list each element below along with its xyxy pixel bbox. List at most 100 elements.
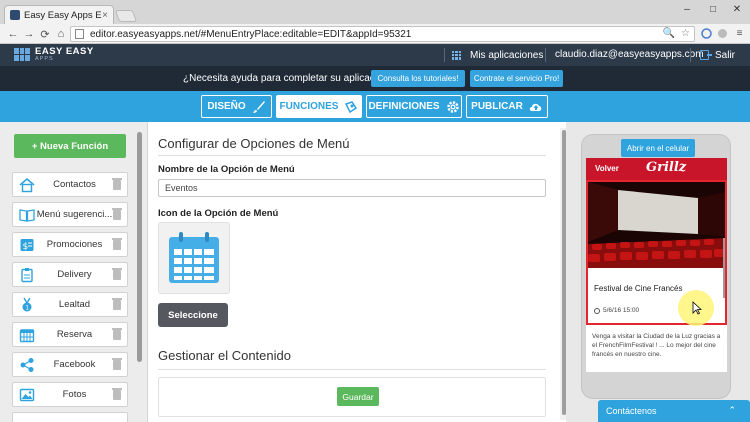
- trash-icon[interactable]: [112, 267, 122, 280]
- sidebar-item-reserva[interactable]: Reserva: [12, 322, 128, 347]
- trash-icon[interactable]: [112, 387, 122, 400]
- function-sidebar: + Nueva Función Contactos Menú sugerenci…: [0, 122, 148, 422]
- trash-icon[interactable]: [112, 357, 122, 370]
- trash-icon[interactable]: [112, 177, 122, 190]
- browser-tabstrip: Easy Easy Apps Editor × – □ ✕: [0, 0, 750, 24]
- mouse-cursor-icon: [692, 301, 702, 315]
- browser-tab[interactable]: Easy Easy Apps Editor ×: [4, 5, 114, 24]
- sidebar-item-promociones[interactable]: $ Promociones: [12, 232, 128, 257]
- forward-icon[interactable]: →: [22, 26, 36, 42]
- calendar-icon: [18, 326, 36, 344]
- header-divider: [444, 48, 445, 62]
- sidebar-item-menu[interactable]: Menú sugerenci...: [12, 202, 128, 227]
- pro-service-button[interactable]: Contrate el servicio Pro!: [470, 70, 563, 87]
- url-text: editor.easyeasyapps.net/#MenuEntryPlace:…: [90, 28, 412, 40]
- search-icon[interactable]: 🔍: [663, 28, 675, 39]
- address-bar[interactable]: editor.easyeasyapps.net/#MenuEntryPlace:…: [70, 26, 695, 42]
- sidebar-item-fotos[interactable]: Fotos: [12, 382, 128, 407]
- logout-button[interactable]: Salir: [700, 44, 735, 66]
- cloud-upload-icon: [529, 103, 542, 111]
- new-tab-button[interactable]: [114, 10, 138, 22]
- tab-definiciones[interactable]: DEFINICIONES: [366, 95, 462, 118]
- tab-funciones[interactable]: FUNCIONES: [276, 95, 362, 118]
- header-divider: [690, 48, 691, 62]
- home-icon[interactable]: ⌂: [54, 26, 68, 42]
- tab-title: Easy Easy Apps Editor: [24, 9, 102, 21]
- svg-text:$: $: [23, 242, 29, 252]
- logo-mark-icon: [14, 48, 30, 61]
- my-apps-link[interactable]: Mis aplicaciones: [452, 44, 543, 66]
- step-tabs: DISEÑO FUNCIONES DEFINICIONES PUBLICAR: [0, 91, 750, 122]
- sidebar-item-label: Reserva: [56, 329, 93, 340]
- event-title: Festival de Cine Francés: [594, 284, 683, 293]
- new-function-button[interactable]: + Nueva Función: [14, 134, 126, 158]
- brand-logo: Grillz: [646, 160, 687, 175]
- sidebar-item-partial[interactable]: [12, 412, 128, 422]
- sidebar-item-label: Delivery: [57, 269, 92, 280]
- tab-close-icon[interactable]: ×: [102, 10, 108, 21]
- reload-icon[interactable]: ⟳: [38, 26, 52, 42]
- star-icon[interactable]: ☆: [681, 28, 690, 39]
- tab-label: DISEÑO: [207, 101, 246, 112]
- tutorials-button[interactable]: Consulta los tutoriales!: [371, 70, 465, 87]
- trash-icon[interactable]: [112, 237, 122, 250]
- price-tag-icon: $: [18, 236, 36, 254]
- cinema-image: [588, 182, 725, 268]
- extension-icon-2[interactable]: [716, 27, 729, 40]
- menu-option-name-input[interactable]: [158, 179, 546, 197]
- save-button[interactable]: Guardar: [337, 387, 379, 406]
- svg-text:1: 1: [25, 304, 29, 311]
- maximize-button[interactable]: □: [700, 0, 726, 18]
- trash-icon[interactable]: [112, 327, 122, 340]
- app-logo[interactable]: EASY EASY APPS: [14, 47, 94, 62]
- header-divider: [545, 48, 546, 62]
- phone-screen: Volver Grillz Festival de Cine Francés 5…: [586, 158, 727, 372]
- help-bar: ¿Necesita ayuda para completar su aplica…: [0, 66, 750, 91]
- phone-header: Volver Grillz: [586, 158, 727, 180]
- back-icon[interactable]: ←: [6, 26, 20, 42]
- event-description: Venga a visitar la Ciudad de la Luz grac…: [592, 333, 721, 358]
- logout-icon: [700, 50, 712, 60]
- manage-content-title: Gestionar el Contenido: [158, 348, 291, 363]
- app-header: EASY EASY APPS Mis aplicaciones claudio.…: [0, 44, 750, 66]
- sidebar-item-label: Facebook: [53, 359, 96, 370]
- tab-publicar[interactable]: PUBLICAR: [466, 95, 548, 118]
- sidebar-item-delivery[interactable]: Delivery: [12, 262, 128, 287]
- back-button[interactable]: Volver: [595, 158, 619, 180]
- favicon-icon: [10, 10, 20, 20]
- close-window-button[interactable]: ✕: [724, 0, 750, 18]
- sidebar-item-label: Promociones: [46, 239, 103, 250]
- logo-text: EASY EASY: [35, 46, 94, 57]
- apps-grid-icon: [452, 50, 461, 60]
- tab-label: PUBLICAR: [471, 101, 523, 112]
- minimize-button[interactable]: –: [674, 0, 700, 18]
- open-on-phone-button[interactable]: Abrir en el celular: [621, 139, 695, 157]
- trash-icon[interactable]: [112, 207, 122, 220]
- sidebar-item-contactos[interactable]: Contactos: [12, 172, 128, 197]
- sidebar-scrollbar[interactable]: [137, 132, 142, 362]
- trash-icon[interactable]: [112, 297, 122, 310]
- browser-toolbar: ← → ⟳ ⌂ editor.easyeasyapps.net/#MenuEnt…: [0, 24, 750, 44]
- selected-icon-preview[interactable]: [158, 222, 230, 294]
- phone-scrollbar[interactable]: [723, 238, 725, 298]
- share-icon: [18, 356, 36, 374]
- medal-icon: 1: [18, 296, 36, 314]
- browser-menu-icon[interactable]: ≡: [733, 27, 746, 40]
- section-divider: [158, 369, 546, 370]
- user-email[interactable]: claudio.diaz@easyeasyapps.com: [555, 44, 704, 66]
- tab-diseno[interactable]: DISEÑO: [201, 95, 272, 118]
- help-question: ¿Necesita ayuda para completar su aplica…: [183, 73, 394, 84]
- page-icon: [75, 29, 84, 39]
- my-apps-label: Mis aplicaciones: [470, 49, 544, 61]
- main-scrollbar[interactable]: [562, 130, 566, 415]
- brush-icon: [252, 100, 265, 113]
- sidebar-item-facebook[interactable]: Facebook: [12, 352, 128, 377]
- section-divider: [158, 155, 546, 156]
- contact-bar-label: Contáctenos: [606, 406, 657, 416]
- contact-bar[interactable]: Contáctenos ⌃: [598, 400, 750, 422]
- sidebar-item-label: Contactos: [53, 179, 96, 190]
- event-date-text: 5/6/16 15:00: [603, 307, 640, 314]
- sidebar-item-lealtad[interactable]: 1 Lealtad: [12, 292, 128, 317]
- select-icon-button[interactable]: Seleccione: [158, 303, 228, 327]
- extension-icon[interactable]: [700, 27, 713, 40]
